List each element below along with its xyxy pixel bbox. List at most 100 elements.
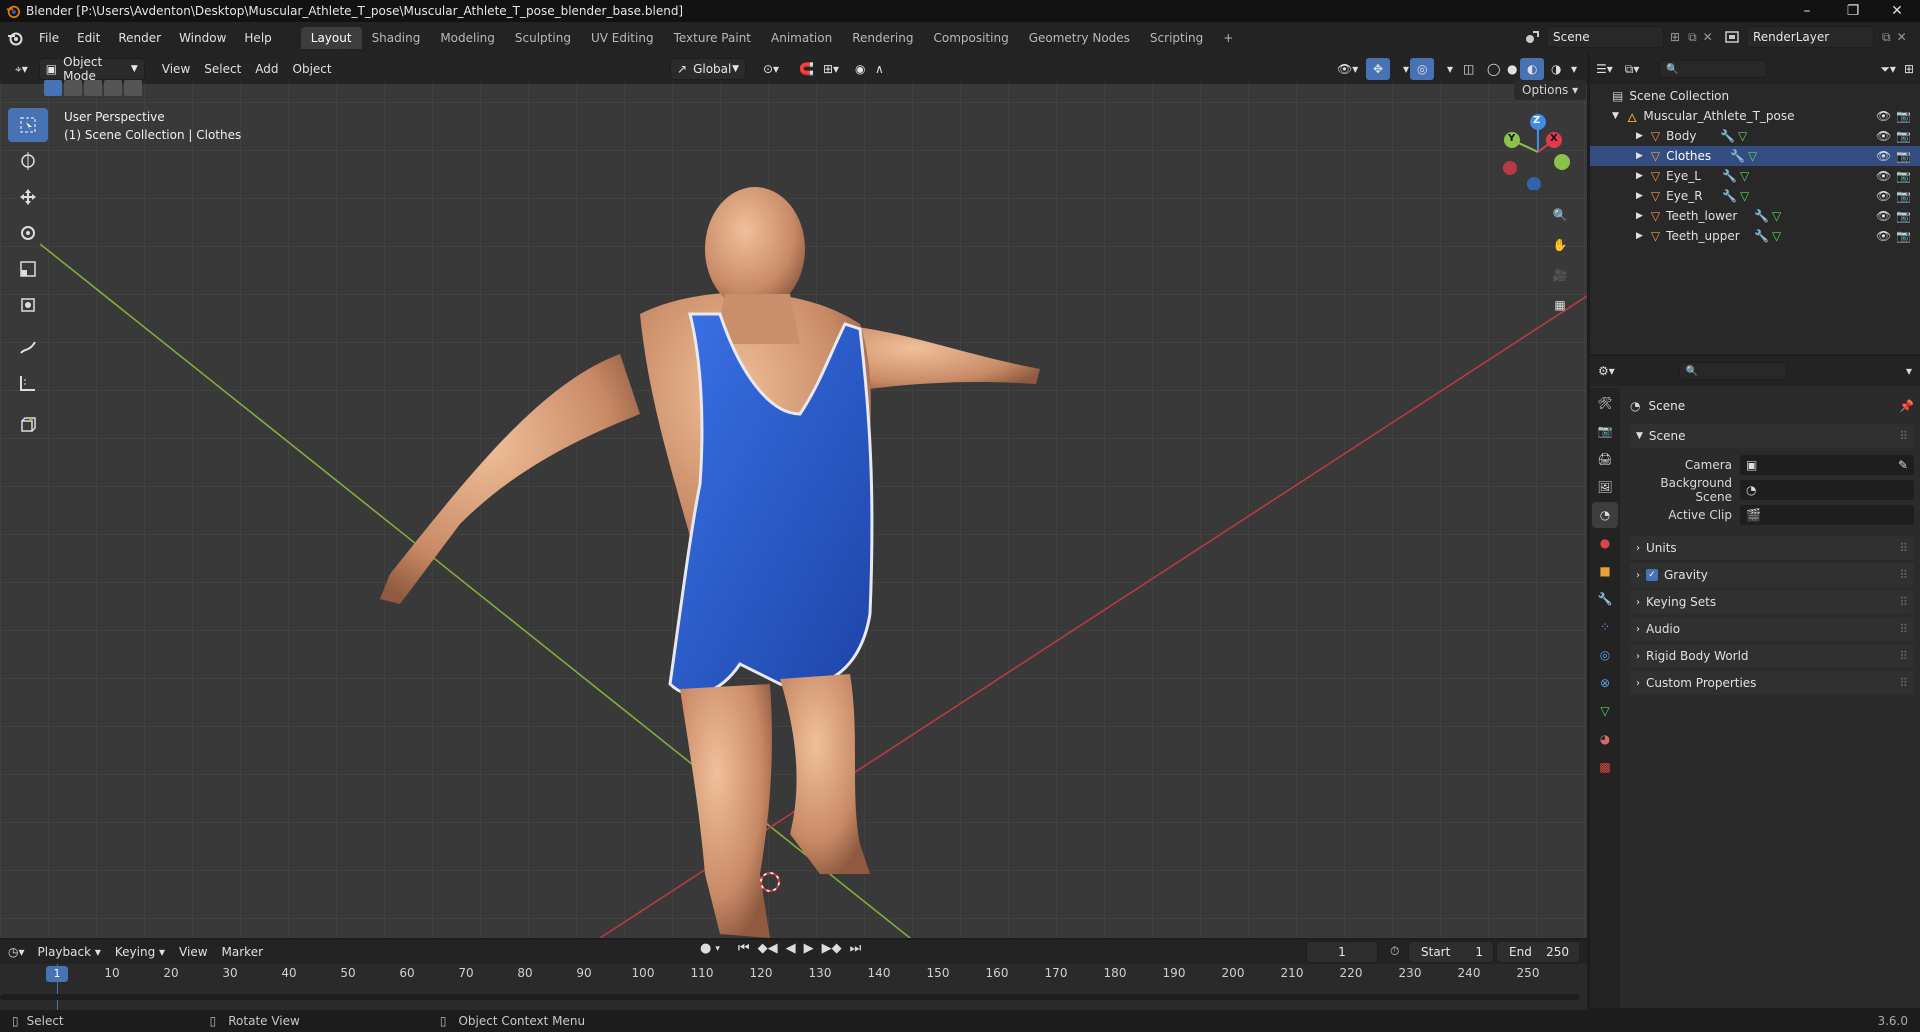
scene-selector[interactable]: Scene ⊞ ⧉ ✕ — [1524, 26, 1713, 48]
zoom-icon[interactable]: 🔍 — [1547, 200, 1573, 230]
end-frame-field[interactable]: End 250 — [1496, 941, 1580, 963]
jump-end-icon[interactable]: ⏭ — [850, 941, 862, 956]
jump-keyframe-back-icon[interactable]: ◆◀ — [758, 941, 778, 956]
outliner-object-body[interactable]: ▶ ▽ Body 🔧 ▽ 👁 📷 — [1590, 126, 1920, 146]
material-shading-icon[interactable]: ◐ — [1520, 58, 1545, 80]
select-invert-icon[interactable] — [104, 80, 122, 96]
object-tab-icon[interactable]: ■ — [1592, 558, 1618, 584]
eyedropper-icon[interactable]: ✎ — [1898, 458, 1908, 472]
scene-tab-icon[interactable]: ◔ — [1592, 502, 1618, 528]
timeline-menu-view[interactable]: View — [172, 941, 214, 963]
menu-file[interactable]: File — [30, 27, 68, 49]
select-box-tool-icon[interactable] — [8, 108, 48, 142]
outliner-scene-collection[interactable]: ▤ Scene Collection — [1590, 86, 1920, 106]
render-camera-icon[interactable]: 📷 — [1896, 169, 1911, 183]
scene-field[interactable]: Scene — [1546, 26, 1664, 48]
snap-target-icon[interactable]: ⊞▾ — [816, 58, 846, 80]
render-camera-icon[interactable]: 📷 — [1896, 129, 1911, 143]
drag-handle-icon[interactable]: ⠿ — [1899, 429, 1908, 443]
select-extend-icon[interactable] — [64, 80, 82, 96]
expand-arrow-icon[interactable]: ▶ — [1636, 231, 1643, 241]
tab-modeling[interactable]: Modeling — [430, 27, 505, 49]
tab-uv-editing[interactable]: UV Editing — [581, 27, 664, 49]
material-tab-icon[interactable]: ◕ — [1592, 726, 1618, 752]
clock-icon[interactable]: ⏱ — [1390, 944, 1399, 959]
select-subtract-icon[interactable] — [84, 80, 102, 96]
render-camera-icon[interactable]: 📷 — [1896, 189, 1911, 203]
panel-units-header[interactable]: › Units ⠿ — [1630, 536, 1914, 560]
gravity-checkbox[interactable]: ✓ — [1646, 569, 1658, 581]
tab-compositing[interactable]: Compositing — [923, 27, 1018, 49]
jump-keyframe-forward-icon[interactable]: ▶◆ — [822, 941, 842, 956]
scale-tool-icon[interactable] — [8, 252, 48, 286]
tab-sculpting[interactable]: Sculpting — [505, 27, 581, 49]
filter-icon[interactable]: ⏷▾ — [1880, 62, 1896, 77]
background-scene-field[interactable]: ◔ — [1740, 480, 1914, 500]
drag-handle-icon[interactable]: ⠿ — [1899, 622, 1908, 636]
expand-arrow-icon[interactable]: ▶ — [1636, 131, 1643, 141]
pin-icon[interactable]: ⊞ — [1670, 30, 1680, 44]
measure-tool-icon[interactable] — [8, 366, 48, 400]
outliner-object-eye-l[interactable]: ▶ ▽ Eye_L 🔧 ▽ 👁 📷 — [1590, 166, 1920, 186]
character-model[interactable] — [380, 187, 1040, 938]
properties-editor-icon[interactable]: ⚙▾ — [1598, 364, 1615, 378]
play-icon[interactable]: ▶ — [804, 941, 814, 956]
select-new-icon[interactable] — [44, 80, 62, 96]
camera-view-icon[interactable]: 🎥 — [1547, 260, 1573, 290]
new-collection-icon[interactable]: ⊞ — [1904, 62, 1914, 76]
record-icon[interactable]: ● — [700, 941, 711, 956]
camera-field[interactable]: ▣ ✎ — [1740, 455, 1914, 475]
outliner-collection-row[interactable]: ▼ 🜂 Muscular_Athlete_T_pose 👁 📷 — [1590, 106, 1920, 126]
visibility-eye-icon[interactable]: 👁 — [1876, 169, 1891, 183]
overlays-toggle-icon[interactable]: ◎ — [1410, 58, 1435, 80]
world-tab-icon[interactable]: ● — [1592, 530, 1618, 556]
expand-arrow-icon[interactable]: ▶ — [1636, 171, 1643, 181]
outliner-editor-icon[interactable]: ☰▾ — [1596, 62, 1613, 76]
render-camera-icon[interactable]: 📷 — [1896, 209, 1911, 223]
outliner-object-teeth-upper[interactable]: ▶ ▽ Teeth_upper 🔧 ▽ 👁 📷 — [1590, 226, 1920, 246]
editor-type-icon[interactable]: ⌖▾ — [8, 58, 35, 80]
viewport-menu-select[interactable]: Select — [197, 58, 248, 80]
menu-edit[interactable]: Edit — [68, 27, 109, 49]
remove-view-layer-icon[interactable]: ✕ — [1897, 30, 1907, 44]
constraints-tab-icon[interactable]: ⊗ — [1592, 670, 1618, 696]
visibility-eye-icon[interactable]: 👁 — [1876, 109, 1891, 123]
view-layer-tab-icon[interactable]: 🖼 — [1592, 474, 1618, 500]
annotate-tool-icon[interactable] — [8, 330, 48, 364]
add-workspace-button[interactable]: + — [1213, 27, 1243, 49]
display-mode-icon[interactable]: ⧉▾ — [1625, 62, 1640, 77]
add-cube-tool-icon[interactable] — [8, 408, 48, 442]
menu-help[interactable]: Help — [235, 27, 280, 49]
view-layer-field[interactable]: RenderLayer — [1746, 26, 1874, 48]
visibility-eye-icon[interactable]: 👁 — [1876, 229, 1891, 243]
outliner-search-input[interactable]: 🔍 — [1659, 60, 1768, 78]
panel-keying-sets-header[interactable]: › Keying Sets ⠿ — [1630, 590, 1914, 614]
pivot-point-icon[interactable]: ⊙▾ — [756, 58, 786, 80]
playhead-frame-badge[interactable]: 1 — [46, 966, 68, 982]
outliner-object-eye-r[interactable]: ▶ ▽ Eye_R 🔧 ▽ 👁 📷 — [1590, 186, 1920, 206]
viewport-menu-object[interactable]: Object — [286, 58, 339, 80]
data-tab-icon[interactable]: ▽ — [1592, 698, 1618, 724]
select-intersect-icon[interactable] — [124, 80, 142, 96]
mode-selector[interactable]: ▣ Object Mode ▼ — [38, 55, 145, 83]
falloff-icon[interactable]: ∧ — [868, 58, 891, 80]
output-tab-icon[interactable]: 🖨 — [1592, 446, 1618, 472]
tab-layout[interactable]: Layout — [300, 27, 362, 49]
expand-arrow-icon[interactable]: ▶ — [1636, 151, 1643, 161]
xray-icon[interactable]: ◫ — [1456, 58, 1481, 80]
play-reverse-icon[interactable]: ◀ — [786, 941, 796, 956]
close-button[interactable]: ✕ — [1874, 0, 1920, 22]
particles-tab-icon[interactable]: ⁘ — [1592, 614, 1618, 640]
current-frame-field[interactable]: 1 — [1306, 941, 1378, 963]
minimize-button[interactable]: – — [1784, 0, 1830, 22]
jump-start-icon[interactable]: ⏮ — [738, 941, 750, 956]
timeline-menu-keying[interactable]: Keying ▾ — [108, 941, 172, 963]
tab-animation[interactable]: Animation — [761, 27, 842, 49]
render-camera-icon[interactable]: 📷 — [1896, 109, 1911, 123]
viewport-menu-add[interactable]: Add — [248, 58, 285, 80]
modifier-tab-icon[interactable]: 🔧 — [1592, 586, 1618, 612]
visibility-eye-icon[interactable]: 👁 — [1876, 129, 1891, 143]
grid-view-icon[interactable]: ▦ — [1547, 290, 1573, 320]
visibility-icon[interactable]: 👁▾ — [1330, 58, 1365, 80]
cursor-tool-icon[interactable] — [8, 144, 48, 178]
